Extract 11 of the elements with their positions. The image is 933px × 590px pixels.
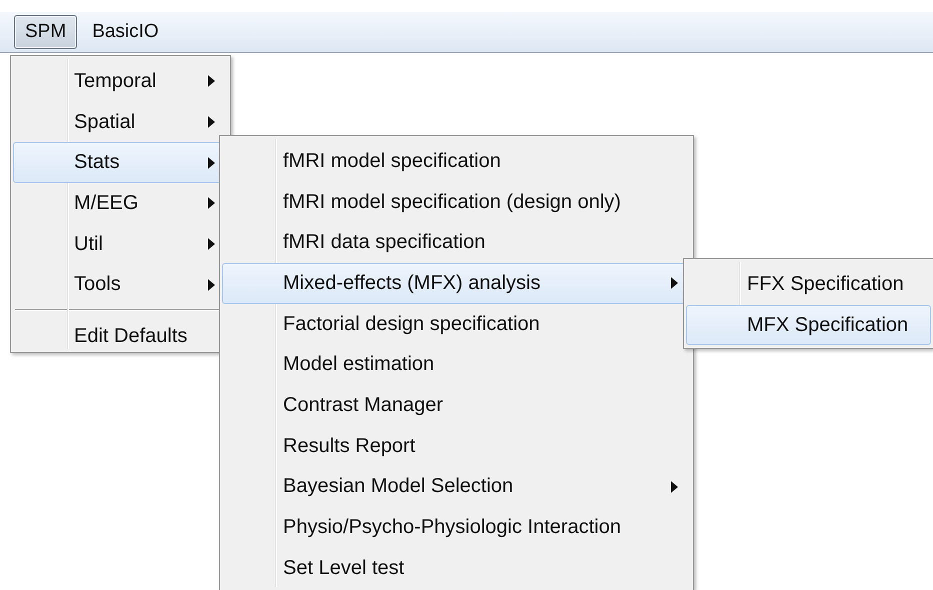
menu-item[interactable]: Set Level test xyxy=(222,548,691,589)
menu-bar-item[interactable]: SPM xyxy=(14,15,78,49)
menu-item[interactable]: Bayesian Model Selection xyxy=(222,466,691,508)
menu-item[interactable]: Contrast Manager xyxy=(222,385,691,426)
menu-item[interactable]: Temporal xyxy=(13,61,228,102)
menu-item[interactable]: MFX Specification xyxy=(686,304,931,346)
menu-item[interactable]: Spatial xyxy=(13,102,228,142)
menu-item[interactable]: Model estimation xyxy=(222,344,691,386)
menu-bar-item[interactable]: BasicIO xyxy=(81,15,170,49)
menu-item[interactable]: Results Report xyxy=(222,426,691,466)
menu-item[interactable]: Physio/Psycho-Physiologic Interaction xyxy=(222,507,691,548)
